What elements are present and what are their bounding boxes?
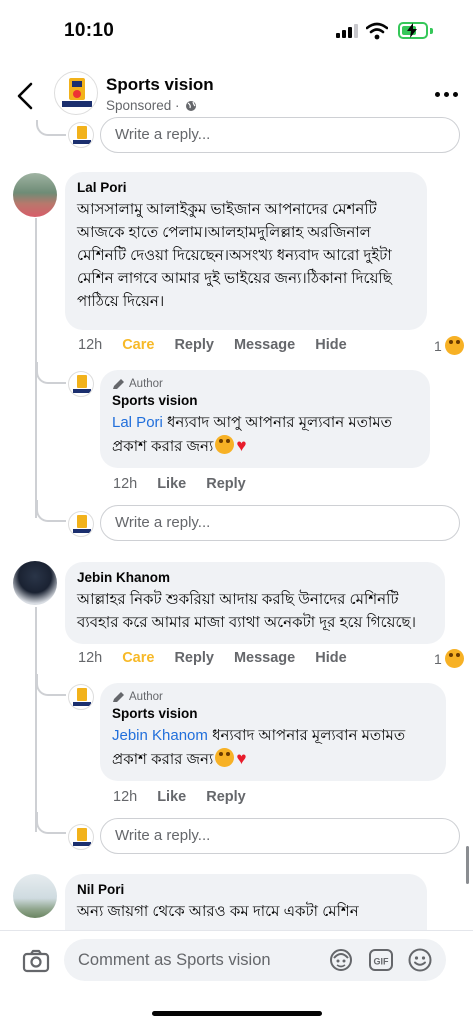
cellular-signal-icon xyxy=(336,24,358,38)
gif-icon[interactable]: GIF xyxy=(368,947,394,973)
charging-bolt-icon xyxy=(407,23,417,38)
comment-bubble: Jebin Khanom আল্লাহর নিকট শুকরিয়া আদায়… xyxy=(65,562,445,644)
reply-author[interactable]: Sports vision xyxy=(112,706,434,721)
reply-actions: 12h Like Reply xyxy=(113,789,266,805)
status-time: 10:10 xyxy=(64,20,115,41)
comment-author[interactable]: Lal Pori xyxy=(77,180,415,195)
reply-author[interactable]: Sports vision xyxy=(112,393,418,408)
thread-line xyxy=(35,607,37,832)
page-avatar-small[interactable] xyxy=(68,684,94,710)
write-reply-input[interactable]: Write a reply... xyxy=(100,117,460,153)
battery-tip xyxy=(430,28,433,34)
care-emoji-icon xyxy=(444,649,464,668)
author-badge-text: Author xyxy=(129,691,163,703)
author-reply-bubble: Author Sports vision Jebin Khanom ধন্যবা… xyxy=(100,683,446,781)
comment-composer-bar: Comment as Sports vision GIF xyxy=(0,930,473,1024)
camera-icon[interactable] xyxy=(20,945,52,977)
red-heart-icon: ♥ xyxy=(236,749,247,768)
comment-text: আল্লাহর নিকট শুকরিয়া আদায় করছি উনাদের … xyxy=(77,591,416,631)
thread-connector xyxy=(36,362,66,384)
write-reply-input[interactable]: Write a reply... xyxy=(100,505,460,541)
care-reaction-button[interactable]: Care xyxy=(122,650,154,666)
comment-time: 12h xyxy=(78,650,103,666)
comment-author[interactable]: Jebin Khanom xyxy=(77,570,433,585)
emoji-icon[interactable] xyxy=(407,947,433,973)
page-avatar-small xyxy=(68,122,94,148)
comment-actions: 12h Care Reply Message Hide xyxy=(78,337,367,353)
smiling-hearts-emoji-icon xyxy=(215,435,235,454)
thread-connector xyxy=(36,120,66,136)
pen-icon xyxy=(113,692,124,702)
back-chevron-icon[interactable] xyxy=(12,80,40,112)
thread-connector xyxy=(36,674,66,696)
reply-text: Lal Pori ধন্যবাদ আপু আপনার মূল্যবান মতাম… xyxy=(112,411,418,458)
comment-actions: 12h Care Reply Message Hide xyxy=(78,650,367,666)
thread-connector xyxy=(36,812,66,834)
globe-icon xyxy=(185,100,196,111)
reply-button[interactable]: Reply xyxy=(174,337,214,353)
status-bar: 10:10 xyxy=(0,0,473,62)
reaction-count-value: 1 xyxy=(434,337,442,354)
like-button[interactable]: Like xyxy=(157,476,186,492)
reaction-count[interactable]: 1 xyxy=(434,649,464,668)
care-emoji-icon xyxy=(444,336,464,355)
user-avatar-lal-pori[interactable] xyxy=(13,173,57,217)
sponsored-text: Sponsored · xyxy=(106,98,180,113)
page-logo-avatar[interactable] xyxy=(54,71,98,115)
author-badge: Author xyxy=(112,691,434,703)
reply-time: 12h xyxy=(113,789,138,805)
mention-link[interactable]: Lal Pori xyxy=(112,414,163,431)
user-avatar-jebin-khanom[interactable] xyxy=(13,561,57,605)
page-avatar-small xyxy=(68,511,94,537)
more-options-icon[interactable] xyxy=(432,84,460,104)
thread-connector xyxy=(36,500,66,522)
reply-time: 12h xyxy=(113,476,138,492)
home-indicator xyxy=(152,1011,322,1016)
user-avatar-nil-pori[interactable] xyxy=(13,874,57,918)
reply-text: Jebin Khanom ধন্যবাদ আপনার মূল্যবান মতাম… xyxy=(112,724,434,771)
hide-button[interactable]: Hide xyxy=(315,337,346,353)
message-button[interactable]: Message xyxy=(234,337,295,353)
comment-text: আসসালামু আলাইকুম ভাইজান আপনাদের মেশনটি আ… xyxy=(77,201,392,310)
comment-author[interactable]: Nil Pori xyxy=(77,882,415,897)
reply-actions: 12h Like Reply xyxy=(113,476,266,492)
sports-vision-logo-icon xyxy=(62,78,92,107)
red-heart-icon: ♥ xyxy=(236,436,247,455)
author-badge: Author xyxy=(112,378,418,390)
author-badge-text: Author xyxy=(129,378,163,390)
reply-button[interactable]: Reply xyxy=(206,476,246,492)
smiling-hearts-emoji-icon xyxy=(215,748,235,767)
care-reaction-button[interactable]: Care xyxy=(122,337,154,353)
svg-text:GIF: GIF xyxy=(374,957,390,967)
page-avatar-small xyxy=(68,824,94,850)
like-button[interactable]: Like xyxy=(157,789,186,805)
comment-text: অন্য জায়গা থেকে আরও কম দামে একটা মেশিন xyxy=(77,903,359,920)
page-avatar-small[interactable] xyxy=(68,371,94,397)
comment-input[interactable]: Comment as Sports vision GIF xyxy=(64,939,446,981)
pen-icon xyxy=(113,379,124,389)
reply-button[interactable]: Reply xyxy=(206,789,246,805)
scrollbar[interactable] xyxy=(466,846,469,884)
reaction-count-value: 1 xyxy=(434,650,442,667)
write-reply-input[interactable]: Write a reply... xyxy=(100,818,460,854)
comment-bubble: Lal Pori আসসালামু আলাইকুম ভাইজান আপনাদের… xyxy=(65,172,427,330)
avatar-sticker-icon[interactable] xyxy=(328,947,354,973)
reply-button[interactable]: Reply xyxy=(174,650,214,666)
comment-placeholder: Comment as Sports vision xyxy=(78,951,271,969)
reaction-count[interactable]: 1 xyxy=(434,336,464,355)
comment-time: 12h xyxy=(78,337,103,353)
message-button[interactable]: Message xyxy=(234,650,295,666)
hide-button[interactable]: Hide xyxy=(315,650,346,666)
sponsored-label: Sponsored · xyxy=(106,98,197,113)
author-reply-bubble: Author Sports vision Lal Pori ধন্যবাদ আপ… xyxy=(100,370,430,468)
mention-link[interactable]: Jebin Khanom xyxy=(112,727,208,744)
wifi-icon xyxy=(366,22,388,40)
page-name[interactable]: Sports vision xyxy=(106,75,214,95)
